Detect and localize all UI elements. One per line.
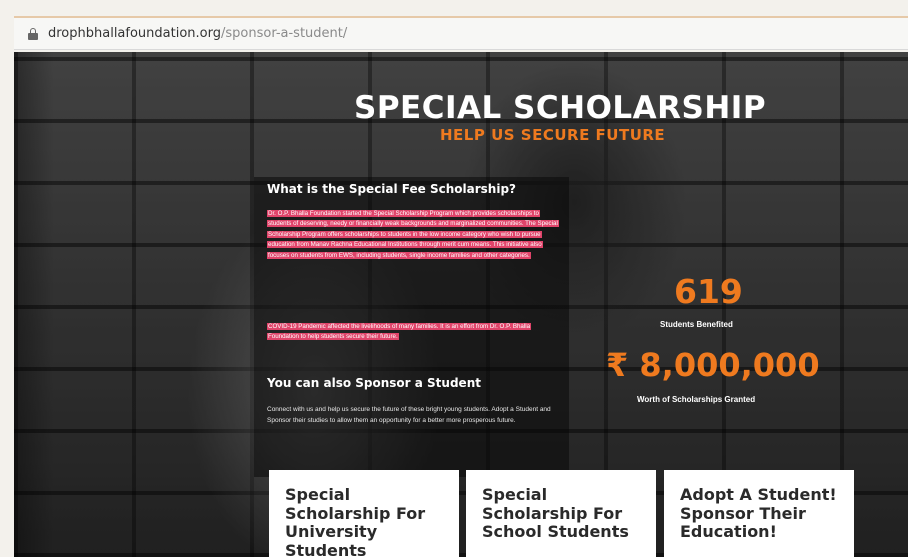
card-title: Special Scholarship For School Students xyxy=(482,485,629,541)
sponsor-paragraph: Connect with us and help us secure the f… xyxy=(267,406,551,424)
hero-section: SPECIAL SCHOLARSHIP HELP US SECURE FUTUR… xyxy=(14,52,908,557)
scholarship-amount: ₹ 8,000,000 xyxy=(606,346,820,384)
selected-text: Dr. O.P. Bhalla Foundation started the S… xyxy=(267,210,559,259)
students-benefited-count: 619 xyxy=(674,272,743,311)
browser-window: drophbhallafoundation.org /sponsor-a-stu… xyxy=(0,0,908,557)
page-title: SPECIAL SCHOLARSHIP xyxy=(354,90,767,126)
card-title: Special Scholarship For University Stude… xyxy=(285,485,426,557)
selected-text: COVID-19 Pandemic affected the livelihoo… xyxy=(267,323,532,341)
card-title: Adopt A Student! Sponsor Their Education… xyxy=(680,485,837,541)
url-domain: drophbhallafoundation.org xyxy=(48,26,221,41)
address-bar[interactable]: drophbhallafoundation.org /sponsor-a-stu… xyxy=(14,16,908,50)
page-subtitle: HELP US SECURE FUTURE xyxy=(440,126,666,144)
card-university-scholarship[interactable]: Special Scholarship For University Stude… xyxy=(269,470,459,557)
students-benefited-label: Students Benefited xyxy=(660,320,733,329)
lock-icon xyxy=(28,27,38,40)
sponsor-heading: You can also Sponsor a Student xyxy=(267,376,481,390)
scholarship-amount-label: Worth of Scholarships Granted xyxy=(637,395,756,404)
covid-paragraph: COVID-19 Pandemic affected the livelihoo… xyxy=(267,322,560,343)
card-school-scholarship[interactable]: Special Scholarship For School Students xyxy=(466,470,656,557)
scholarship-description-paragraph: Dr. O.P. Bhalla Foundation started the S… xyxy=(267,209,560,261)
scholarship-question-heading: What is the Special Fee Scholarship? xyxy=(267,182,516,196)
url-path: /sponsor-a-student/ xyxy=(221,26,348,41)
card-adopt-student[interactable]: Adopt A Student! Sponsor Their Education… xyxy=(664,470,854,557)
